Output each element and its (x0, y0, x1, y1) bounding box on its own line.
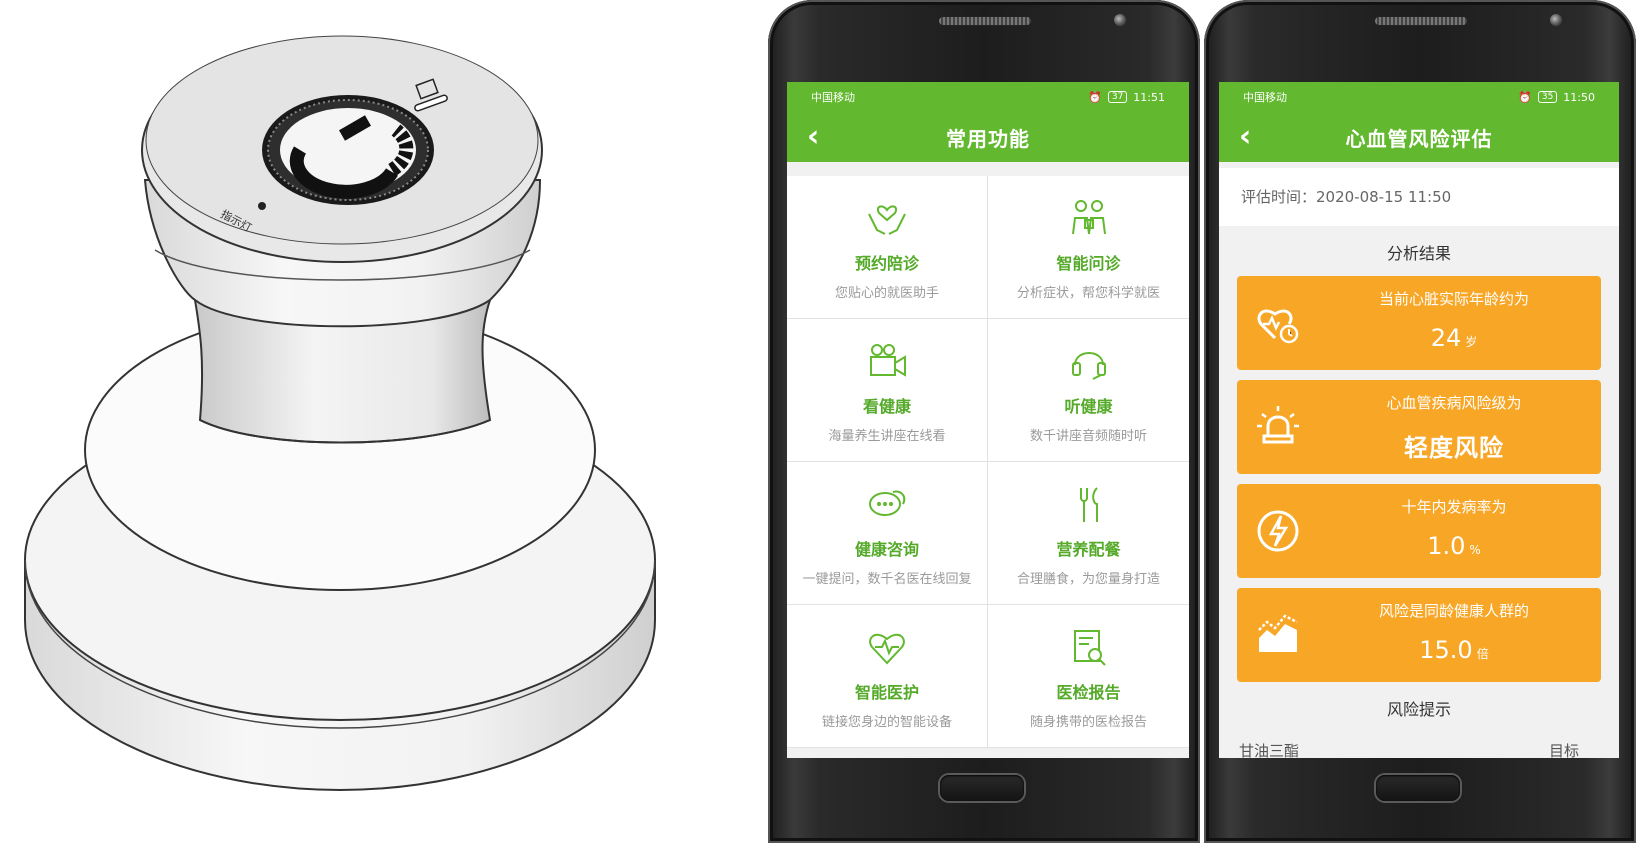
section-title-analysis: 分析结果 (1386, 244, 1451, 263)
function-desc: 合理膳食，为您量身打造 (1016, 572, 1160, 587)
heart-pulse-icon (869, 633, 905, 665)
card-label: 十年内发病率为 (1401, 498, 1507, 516)
function-desc: 您贴心的就医助手 (834, 286, 939, 301)
function-name: 医检报告 (1056, 683, 1121, 702)
stethoscope-device-illustration: 指示灯 (24, 35, 656, 792)
heart-clock-icon (1257, 309, 1299, 344)
card-label: 当前心脏实际年龄约为 (1378, 290, 1529, 308)
function-grid: 预约陪诊 您贴心的就医助手 智能问诊 分析症状，帮您科学就医 看健康 海量养生讲… (787, 176, 1189, 748)
function-item-nutrition[interactable]: 营养配餐 合理膳食，为您量身打造 (988, 462, 1189, 605)
carrier-label: 中国移动 (811, 91, 855, 104)
result-card-incidence: 十年内发病率为 1.0% (1237, 484, 1601, 578)
phone-speaker (938, 16, 1032, 26)
card-value: 轻度风险 (1404, 434, 1504, 462)
card-label: 心血管疾病风险级为 (1386, 394, 1522, 412)
screen: 中国移动 ⏰ 35 11:50 ‹ 心血管风险评估 评估时间：2020-08-1… (1219, 82, 1619, 758)
function-item-smart-care[interactable]: 智能医护 链接您身边的智能设备 (787, 605, 988, 748)
function-name: 预约陪诊 (854, 254, 919, 273)
battery-level: 35 (1537, 91, 1558, 103)
card-value: 15.0 倍 (1307, 636, 1601, 664)
result-card-risk-level: 心血管疾病风险级为 轻度风险 (1237, 380, 1601, 474)
page-title: 心血管风险评估 (1345, 126, 1493, 151)
relative-risk-unit: 倍 (1476, 647, 1489, 661)
function-name: 智能医护 (854, 683, 919, 702)
battery-level: 37 (1107, 91, 1128, 103)
heart-age-value: 24 (1430, 324, 1462, 352)
phone-common-functions: 中国移动 ⏰ 37 11:51 ‹ 常用功能 预约陪诊 您贴心的就医助手 智能问… (768, 0, 1200, 843)
function-name: 看健康 (862, 397, 911, 416)
home-button[interactable] (1376, 775, 1460, 801)
result-card-heart-age: 当前心脏实际年龄约为 24 岁 (1237, 276, 1601, 370)
headphones-icon (1071, 352, 1106, 380)
phone-risk-assessment: 中国移动 ⏰ 35 11:50 ‹ 心血管风险评估 评估时间：2020-08-1… (1204, 0, 1636, 843)
phone-speaker (1374, 16, 1468, 26)
status-bar: 中国移动 ⏰ 35 11:50 (1219, 82, 1619, 112)
incidence-value: 1.0 (1427, 532, 1466, 560)
page-title: 常用功能 (946, 126, 1030, 151)
clock: 11:50 (1563, 90, 1595, 104)
alarm-light-icon (1257, 406, 1299, 444)
function-name: 听健康 (1064, 397, 1113, 416)
card-value: 24 岁 (1307, 324, 1601, 352)
function-item-medical-report[interactable]: 医检报告 随身携带的医检报告 (988, 605, 1189, 748)
video-camera-icon (870, 344, 906, 377)
title-bar: ‹ 常用功能 (787, 112, 1189, 162)
front-camera (1550, 14, 1562, 26)
status-bar: 中国移动 ⏰ 37 11:51 (787, 82, 1189, 112)
function-name: 智能问诊 (1056, 254, 1121, 273)
evaluation-time: 评估时间：2020-08-15 11:50 (1219, 168, 1619, 226)
function-desc: 分析症状，帮您科学就医 (1016, 286, 1160, 301)
alarm-icon: ⏰ (1518, 90, 1532, 104)
function-name: 营养配餐 (1056, 540, 1121, 559)
carrier-label: 中国移动 (1243, 91, 1287, 104)
function-item-appointment[interactable]: 预约陪诊 您贴心的就医助手 (787, 176, 988, 319)
back-arrow-icon[interactable]: ‹ (1239, 122, 1251, 152)
fork-knife-icon (1079, 487, 1098, 522)
function-desc: 链接您身边的智能设备 (821, 715, 952, 730)
risk-item-label: 甘油三酯 (1239, 742, 1300, 758)
chat-bubbles-icon (869, 490, 906, 516)
title-bar: ‹ 心血管风险评估 (1219, 112, 1619, 162)
back-arrow-icon[interactable]: ‹ (807, 122, 819, 152)
report-search-icon (1073, 630, 1106, 666)
hands-heart-icon (868, 205, 906, 235)
trend-chart-icon (1258, 614, 1298, 652)
screen: 中国移动 ⏰ 37 11:51 ‹ 常用功能 预约陪诊 您贴心的就医助手 智能问… (787, 82, 1189, 758)
function-desc: 海量养生讲座在线看 (828, 429, 946, 444)
relative-risk-value: 15.0 (1419, 636, 1473, 664)
front-camera (1114, 14, 1126, 26)
function-desc: 随身携带的医检报告 (1029, 715, 1147, 730)
card-label: 风险是同龄健康人群的 (1378, 602, 1529, 620)
result-card-relative-risk: 风险是同龄健康人群的 15.0 倍 (1237, 588, 1601, 682)
card-value: 1.0% (1307, 532, 1601, 560)
indicator-light-icon (258, 202, 266, 210)
alarm-icon: ⏰ (1088, 90, 1102, 104)
clock: 11:51 (1133, 90, 1165, 104)
function-desc: 数千讲座音频随时听 (1029, 429, 1147, 444)
function-item-listen-health[interactable]: 听健康 数千讲座音频随时听 (988, 319, 1189, 462)
function-name: 健康咨询 (854, 540, 919, 559)
section-title-risk-hint: 风险提示 (1386, 700, 1451, 719)
function-item-watch-health[interactable]: 看健康 海量养生讲座在线看 (787, 319, 988, 462)
risk-hint-row: 甘油三酯 目标 (1219, 740, 1619, 758)
doctor-consult-icon (1071, 200, 1106, 235)
heart-age-unit: 岁 (1465, 335, 1478, 349)
risk-item-target: 目标 (1548, 742, 1579, 758)
home-button[interactable] (940, 775, 1024, 801)
function-desc: 一键提问，数千名医在线回复 (802, 572, 972, 587)
function-item-health-consult[interactable]: 健康咨询 一键提问，数千名医在线回复 (787, 462, 988, 605)
lightning-icon (1257, 510, 1299, 552)
function-item-smart-consult[interactable]: 智能问诊 分析症状，帮您科学就医 (988, 176, 1189, 319)
incidence-unit: % (1469, 543, 1481, 557)
